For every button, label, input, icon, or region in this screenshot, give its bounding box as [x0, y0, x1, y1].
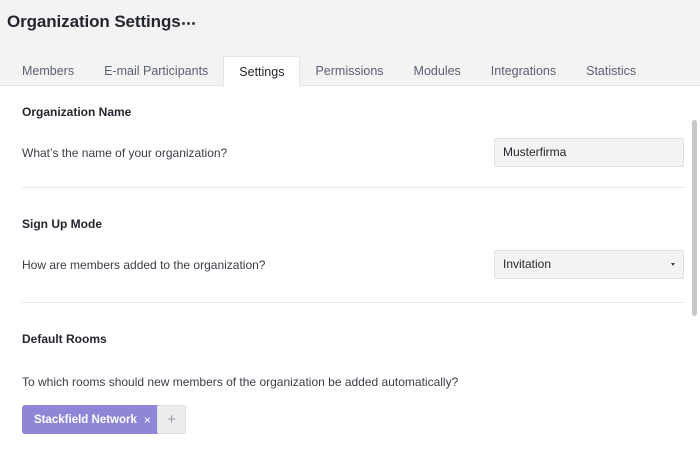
caret-down-icon — [671, 263, 675, 266]
default-rooms-section-title: Default Rooms — [22, 332, 107, 346]
page-title: Organization Settings — [7, 12, 181, 31]
add-room-button[interactable]: + — [157, 405, 186, 434]
tab-modules[interactable]: Modules — [399, 56, 476, 87]
section-divider — [22, 187, 684, 188]
signup-mode-select[interactable]: Invitation — [494, 250, 684, 279]
tab-bar: Members E-mail Participants Settings Per… — [7, 56, 651, 87]
more-options-button[interactable] — [176, 14, 200, 32]
signup-mode-section-title: Sign Up Mode — [22, 217, 102, 231]
default-rooms-question: To which rooms should new members of the… — [22, 375, 459, 389]
more-dot — [191, 21, 195, 25]
signup-mode-selected-value: Invitation — [503, 257, 552, 271]
scrollbar[interactable] — [692, 120, 697, 316]
signup-mode-question: How are members added to the organizatio… — [22, 258, 266, 272]
org-name-input[interactable]: Musterfirma — [494, 138, 684, 167]
page-header: Organization Settings Members E-mail Par… — [0, 0, 700, 87]
room-chip[interactable]: Stackfield Network × — [22, 405, 163, 434]
more-dot — [186, 21, 190, 25]
tab-settings[interactable]: Settings — [223, 56, 301, 87]
close-icon[interactable]: × — [144, 414, 151, 426]
org-name-question: What’s the name of your organization? — [22, 146, 228, 160]
org-name-section-title: Organization Name — [22, 105, 132, 119]
tab-email-participants[interactable]: E-mail Participants — [89, 56, 223, 87]
section-divider — [22, 302, 684, 303]
tab-integrations[interactable]: Integrations — [476, 56, 571, 87]
settings-content: Organization Name What’s the name of you… — [0, 87, 700, 450]
tab-members[interactable]: Members — [7, 56, 89, 87]
more-horizontal-icon — [181, 21, 185, 25]
tab-statistics[interactable]: Statistics — [571, 56, 651, 87]
tab-permissions[interactable]: Permissions — [300, 56, 398, 87]
room-chip-label: Stackfield Network — [34, 413, 137, 426]
